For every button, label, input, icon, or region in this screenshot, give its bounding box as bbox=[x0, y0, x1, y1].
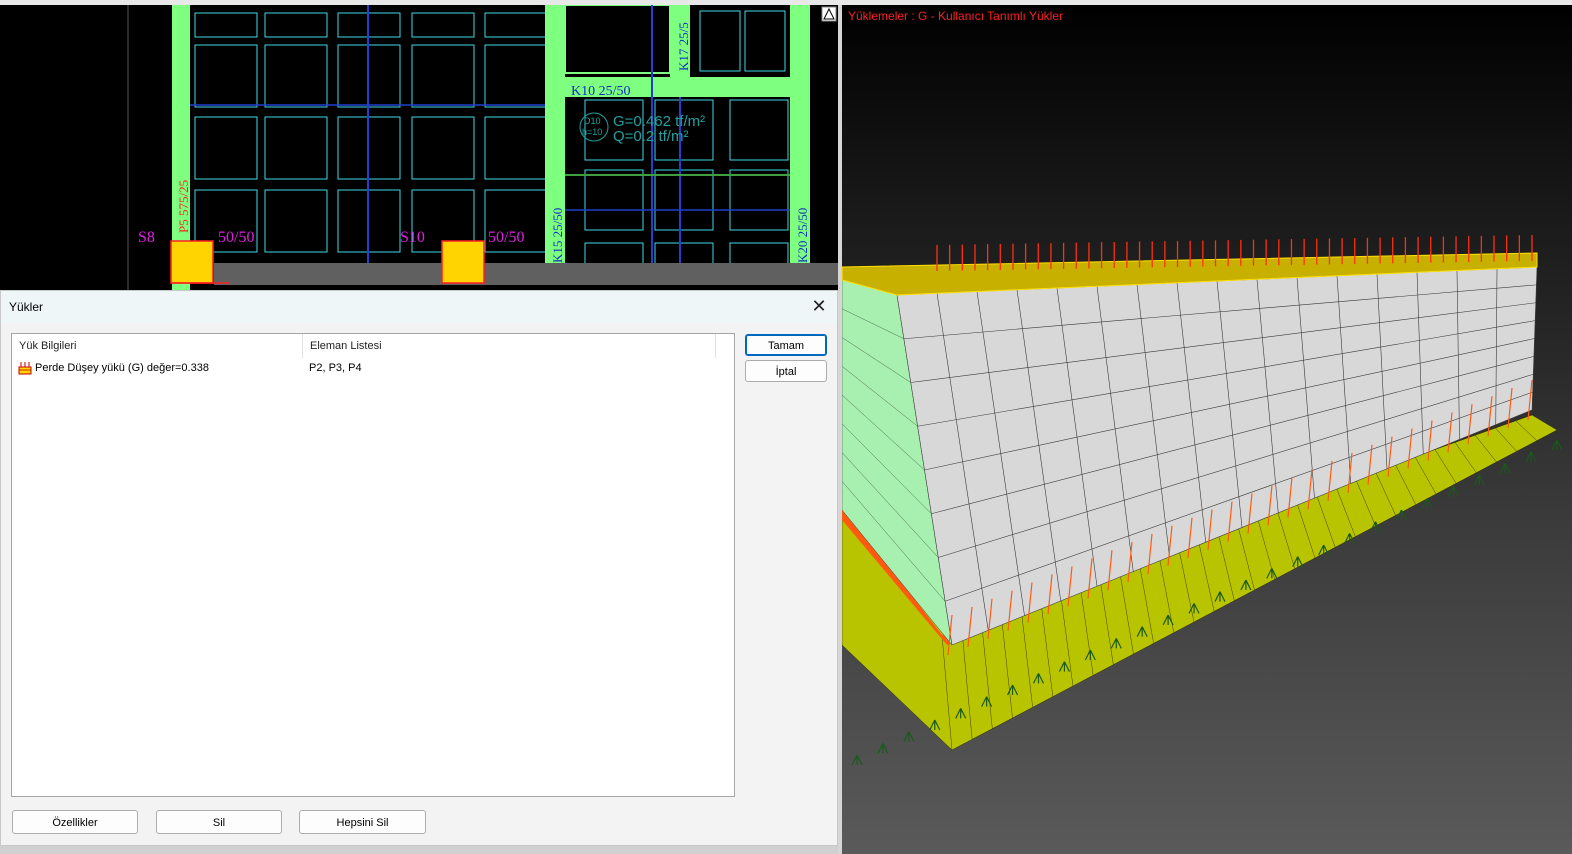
load-list[interactable]: Yük Bilgileri Eleman Listesi Perde Düşey… bbox=[11, 333, 735, 797]
properties-button[interactable]: Özellikler bbox=[12, 810, 138, 834]
slab-panel bbox=[264, 44, 328, 108]
slab-panel bbox=[654, 242, 714, 266]
column-s8-size: 50/50 bbox=[218, 229, 254, 246]
cad-plan-canvas: K10 25/50 K17 25/5 K15 25/50 K20 25/50 P… bbox=[127, 5, 838, 290]
beam-k10-label: K10 25/50 bbox=[571, 84, 631, 99]
close-icon: ✕ bbox=[811, 296, 827, 316]
slab-panel bbox=[484, 44, 548, 108]
dialog-title: Yükler bbox=[9, 300, 44, 314]
slab-panel bbox=[264, 116, 328, 180]
slab-panel bbox=[411, 12, 475, 38]
column-header-element-list[interactable]: Eleman Listesi bbox=[303, 334, 716, 358]
3d-load-view[interactable]: Yüklemeler : G - Kullanıcı Tanımlı Yükle… bbox=[842, 5, 1572, 854]
slab-panel bbox=[194, 44, 258, 108]
live-load-label: Q=0.2 tf/m² bbox=[613, 128, 688, 145]
slab-panel bbox=[744, 10, 786, 72]
support-icon bbox=[1551, 439, 1563, 451]
cad-plan-view[interactable]: K10 25/50 K17 25/5 K15 25/50 K20 25/50 P… bbox=[0, 5, 838, 290]
loads-dialog: Yükler ✕ Yük Bilgileri Eleman Listesi Pe… bbox=[0, 290, 838, 846]
support-icon bbox=[877, 743, 889, 754]
support-icon bbox=[1525, 451, 1537, 462]
window-bottom-strip bbox=[0, 846, 838, 854]
support-icon bbox=[1499, 463, 1511, 474]
column-s8 bbox=[170, 240, 214, 284]
delete-all-button[interactable]: Hepsini Sil bbox=[299, 810, 426, 834]
column-s8-label: S8 bbox=[138, 229, 155, 246]
slab-panel bbox=[584, 169, 644, 231]
foundation-band bbox=[214, 263, 838, 285]
close-button[interactable]: ✕ bbox=[807, 295, 831, 319]
slab-thickness-label: h=10 bbox=[582, 127, 602, 137]
slab-panel bbox=[729, 99, 789, 161]
element-list-cell: P2, P3, P4 bbox=[309, 362, 362, 374]
list-item[interactable]: Perde Düşey yükü (G) değer=0.338 P2, P3,… bbox=[12, 360, 734, 378]
load-info-cell: Perde Düşey yükü (G) değer=0.338 bbox=[35, 362, 209, 374]
beam-k20-label: K20 25/50 bbox=[795, 208, 810, 263]
wall-load-icon bbox=[18, 362, 32, 375]
slab-panel bbox=[584, 242, 644, 266]
opening bbox=[564, 5, 671, 74]
support-icon bbox=[1473, 474, 1485, 486]
slab-panel bbox=[484, 116, 548, 180]
dialog-titlebar[interactable]: Yükler ✕ bbox=[1, 291, 837, 323]
view-title: Yüklemeler : G - Kullanıcı Tanımlı Yükle… bbox=[848, 9, 1063, 23]
wall-p5-label: P5 575/25 bbox=[176, 180, 191, 233]
beam-k15-label: K15 25/50 bbox=[550, 208, 565, 263]
slab-grid bbox=[194, 10, 789, 266]
3d-model-canvas bbox=[842, 235, 1563, 766]
slab-panel bbox=[194, 116, 258, 180]
cancel-button[interactable]: İptal bbox=[745, 360, 827, 382]
slab-panel bbox=[729, 169, 789, 231]
slab-panel bbox=[194, 12, 258, 38]
slab-panel bbox=[699, 10, 741, 72]
ok-button[interactable]: Tamam bbox=[745, 334, 827, 356]
slab-panel bbox=[264, 12, 328, 38]
support-icon bbox=[851, 754, 863, 766]
slab-panel bbox=[729, 242, 789, 266]
slab-panel bbox=[654, 169, 714, 231]
support-icon bbox=[1447, 486, 1459, 497]
column-s10 bbox=[441, 240, 485, 284]
slab-panel bbox=[411, 116, 475, 180]
column-header-load-info[interactable]: Yük Bilgileri bbox=[12, 334, 303, 358]
support-icon bbox=[903, 731, 915, 742]
slab-id-label: D10 bbox=[584, 116, 601, 126]
slab-panel bbox=[264, 189, 328, 253]
slab-panel bbox=[411, 44, 475, 108]
slab-panel bbox=[484, 12, 548, 38]
column-s10-label: S10 bbox=[400, 229, 425, 246]
beam-k17-label: K17 25/5 bbox=[676, 22, 691, 71]
delete-button[interactable]: Sil bbox=[156, 810, 282, 834]
column-s10-size: 50/50 bbox=[488, 229, 524, 246]
